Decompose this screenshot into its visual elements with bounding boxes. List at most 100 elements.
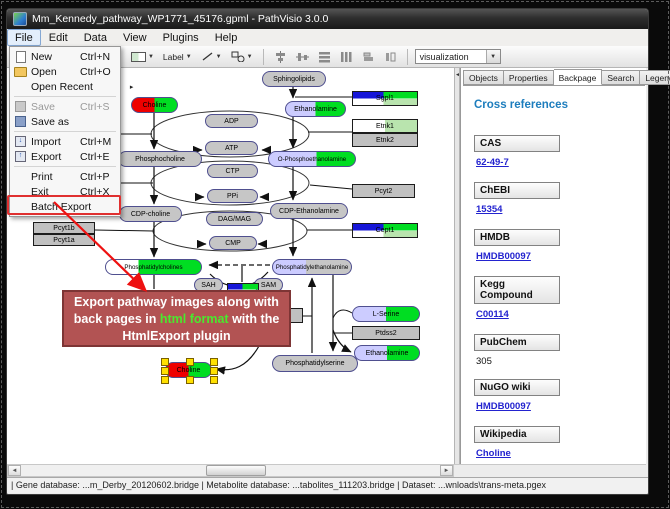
node-ppi[interactable]: PPi (207, 189, 258, 203)
node-cept1[interactable]: Cept1 (352, 223, 418, 238)
node-ctp[interactable]: CTP (207, 164, 258, 178)
tab-objects[interactable]: Objects (463, 70, 504, 85)
xref-header: Wikipedia (474, 426, 560, 443)
visualization-combobox[interactable]: visualization ▼ (415, 49, 501, 64)
menubar-item-edit[interactable]: Edit (41, 29, 76, 46)
align-center-x-button[interactable] (271, 48, 290, 66)
scroll-right-icon[interactable]: ► (440, 465, 453, 476)
batch-export-highlight-box (7, 195, 121, 215)
tab-search[interactable]: Search (602, 70, 640, 85)
tab-legend[interactable]: Legend (640, 70, 670, 85)
xref-section-hmdb: HMDBHMDB00097 (474, 229, 645, 264)
chevron-down-icon[interactable]: ▼ (216, 54, 222, 60)
node-cdp-ethanolamine[interactable]: CDP-Ethanolamine (270, 203, 348, 219)
xref-header: Kegg Compound (474, 276, 560, 304)
label-tool-button[interactable]: Label ▼ (160, 48, 195, 66)
file-menu-item-import[interactable]: ↓ImportCtrl+M (10, 134, 120, 149)
menubar-item-view[interactable]: View (115, 29, 155, 46)
node-ethanolamine-top[interactable]: Ethanolamine (285, 101, 346, 117)
save-disk-icon (13, 101, 28, 112)
file-menu-item-open[interactable]: OpenCtrl+O (10, 64, 120, 79)
align-center-y-button[interactable] (293, 48, 312, 66)
node-phosphatidylethanolamine[interactable]: Phosphatidylethanolamine (272, 259, 352, 275)
cross-references-list: CAS62-49-7ChEBI15354HMDBHMDB00097Kegg Co… (474, 135, 645, 461)
menu-item-label: New (31, 51, 80, 63)
selection-handle[interactable] (161, 367, 169, 375)
distribute-rows-button[interactable] (315, 48, 334, 66)
selection-handle[interactable] (210, 358, 218, 366)
menu-item-label: Export (31, 151, 80, 163)
selection-handle[interactable] (161, 376, 169, 384)
horizontal-scrollbar[interactable]: ◄ ► (7, 464, 454, 477)
node-cdp-choline[interactable]: CDP-choline (119, 206, 182, 222)
scrollbar-track[interactable] (21, 465, 440, 476)
title-bar[interactable]: Mm_Kennedy_pathway_WP1771_45176.gpml - P… (7, 9, 648, 29)
datanode-tool-button[interactable]: ▼ (128, 48, 157, 66)
status-bar: | Gene database: ...m_Derby_20120602.bri… (7, 477, 648, 493)
node-sphingolipids[interactable]: Sphingolipids (262, 71, 326, 87)
menubar-item-data[interactable]: Data (76, 29, 115, 46)
window-title: Mm_Kennedy_pathway_WP1771_45176.gpml - P… (32, 13, 328, 25)
node-phosphocholine[interactable]: Phosphocholine (118, 151, 202, 167)
node-phosphatidylserine[interactable]: Phosphatidylserine (272, 355, 358, 372)
chevron-down-icon[interactable]: ▼ (247, 54, 253, 60)
node-etnk1[interactable]: Etnk1 (352, 119, 418, 133)
file-menu-item-export[interactable]: ↑ExportCtrl+E (10, 149, 120, 164)
menubar-item-plugins[interactable]: Plugins (155, 29, 207, 46)
xref-link[interactable]: C00114 (476, 309, 509, 320)
node-pcyt1b[interactable]: Pcyt1b (33, 222, 95, 234)
chevron-down-icon[interactable]: ▼ (186, 54, 192, 60)
sidebar-tabs: ObjectsPropertiesBackpageSearchLegend (463, 69, 646, 85)
chevron-down-icon[interactable]: ▼ (486, 50, 500, 63)
node-cmp[interactable]: CMP (209, 236, 257, 250)
align-right-button[interactable] (381, 48, 400, 66)
node-phosphatidylcholines[interactable]: Phosphatidylcholines (105, 259, 202, 275)
xref-link[interactable]: 62-49-7 (476, 157, 509, 168)
node-ethanolamine-low[interactable]: Ethanolamine (354, 345, 420, 361)
distribute-columns-button[interactable] (337, 48, 356, 66)
chevron-down-icon[interactable]: ▼ (148, 54, 154, 60)
file-menu-item-print[interactable]: PrintCtrl+P (10, 169, 120, 184)
align-left-button[interactable] (359, 48, 378, 66)
file-menu-item-open-recent[interactable]: Open Recent▸ (10, 79, 120, 94)
file-menu-item-new[interactable]: NewCtrl+N (10, 49, 120, 64)
menubar-item-help[interactable]: Help (207, 29, 246, 46)
xref-link[interactable]: HMDB00097 (476, 251, 531, 262)
node-l-serine[interactable]: L-Serine (352, 306, 420, 322)
xref-link[interactable]: Choline (476, 448, 511, 459)
menubar-item-file[interactable]: File (7, 29, 41, 46)
annotation-callout: Export pathway images along with back pa… (62, 290, 291, 347)
node-dag-mag[interactable]: DAG/MAG (206, 212, 263, 226)
xref-header: ChEBI (474, 182, 560, 199)
selection-handle[interactable] (186, 376, 194, 384)
node-sgpl1[interactable]: Sgpl1 (352, 91, 418, 106)
menu-separator (14, 131, 116, 132)
node-adp[interactable]: ADP (205, 114, 258, 128)
shape-tool-button[interactable]: ▼ (228, 48, 256, 66)
tab-backpage[interactable]: Backpage (554, 69, 603, 85)
line-tool-button[interactable]: ▼ (198, 48, 225, 66)
scroll-left-icon[interactable]: ◄ (8, 465, 21, 476)
xref-section-kegg-compound: Kegg Compound C00114 (474, 276, 645, 322)
xref-header: NuGO wiki (474, 379, 560, 396)
selection-handle[interactable] (210, 367, 218, 375)
xref-section-nugo-wiki: NuGO wiki HMDB00097 (474, 379, 645, 414)
xref-section-pubchem: PubChem305 (474, 334, 645, 367)
selection-handle[interactable] (161, 358, 169, 366)
scrollbar-thumb[interactable] (206, 465, 266, 476)
node-ptdss2[interactable]: Ptdss2 (352, 326, 420, 340)
xref-link[interactable]: 15354 (476, 204, 502, 215)
node-choline-top[interactable]: Choline (131, 97, 178, 113)
file-menu-item-save-as[interactable]: Save as (10, 114, 120, 129)
node-etnk2[interactable]: Etnk2 (352, 133, 418, 147)
cross-references-heading: Cross references (474, 99, 645, 111)
node-pcyt1a[interactable]: Pcyt1a (33, 234, 95, 246)
tab-properties[interactable]: Properties (504, 70, 554, 85)
node-o-phosphoethanolamine[interactable]: O-Phosphoethanolamine (268, 151, 356, 167)
node-atp[interactable]: ATP (205, 141, 258, 155)
node-pcyt2[interactable]: Pcyt2 (352, 184, 415, 198)
xref-link[interactable]: HMDB00097 (476, 401, 531, 412)
selection-handle[interactable] (186, 358, 194, 366)
selection-handle[interactable] (210, 376, 218, 384)
menu-item-shortcut: Ctrl+N (80, 51, 117, 63)
